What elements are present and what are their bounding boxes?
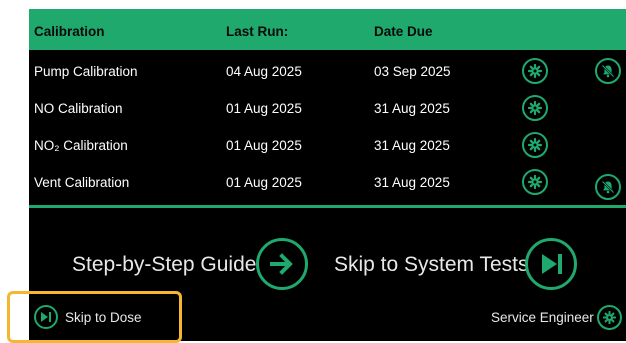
skip-to-system-tests-button[interactable]	[525, 238, 577, 290]
table-row: Vent Calibration 01 Aug 2025 31 Aug 2025	[29, 161, 626, 200]
due-date: 31 Aug 2025	[374, 138, 450, 153]
table-row: NO₂ Calibration 01 Aug 2025 31 Aug 2025	[29, 124, 626, 161]
calibration-name: NO₂ Calibration	[34, 138, 128, 153]
calibrate-button[interactable]	[522, 169, 548, 195]
due-date: 03 Sep 2025	[374, 64, 451, 79]
calibrate-button[interactable]	[522, 58, 548, 84]
bell-off-icon	[601, 180, 615, 194]
skip-forward-icon	[542, 254, 562, 274]
alarm-off-button[interactable]	[595, 174, 621, 200]
header-last-run: Last Run:	[226, 24, 289, 39]
due-date: 31 Aug 2025	[374, 101, 450, 116]
table-row: NO Calibration 01 Aug 2025 31 Aug 2025	[29, 87, 626, 124]
header-calibration: Calibration	[34, 24, 105, 39]
table-row: Pump Calibration 04 Aug 2025 03 Sep 2025	[29, 50, 626, 87]
header-date-due: Date Due	[374, 24, 433, 39]
gear-icon	[528, 175, 542, 189]
last-run-date: 01 Aug 2025	[226, 101, 302, 116]
gear-icon	[528, 64, 542, 78]
section-divider	[29, 205, 626, 208]
calibration-name: NO Calibration	[34, 101, 123, 116]
alarm-off-button[interactable]	[595, 58, 621, 84]
table-header: Calibration Last Run: Date Due	[29, 9, 626, 50]
gear-icon	[528, 101, 542, 115]
calibrate-button[interactable]	[522, 132, 548, 158]
calibration-name: Pump Calibration	[34, 64, 138, 79]
step-by-step-guide-button[interactable]	[256, 238, 308, 290]
guide-label[interactable]: Step-by-Step Guide	[72, 253, 256, 277]
bell-off-icon	[601, 64, 615, 78]
service-engineer-button[interactable]	[597, 305, 622, 330]
due-date: 31 Aug 2025	[374, 175, 450, 190]
calibrate-button[interactable]	[522, 95, 548, 121]
service-engineer-label[interactable]: Service Engineer	[491, 310, 594, 325]
last-run-date: 04 Aug 2025	[226, 64, 302, 79]
skip-tests-label[interactable]: Skip to System Tests	[334, 253, 529, 277]
gear-icon	[528, 138, 542, 152]
last-run-date: 01 Aug 2025	[226, 175, 302, 190]
gear-icon	[603, 311, 616, 324]
last-run-date: 01 Aug 2025	[226, 138, 302, 153]
arrow-right-icon	[270, 253, 293, 275]
highlight-box	[7, 291, 182, 343]
calibration-name: Vent Calibration	[34, 175, 130, 190]
